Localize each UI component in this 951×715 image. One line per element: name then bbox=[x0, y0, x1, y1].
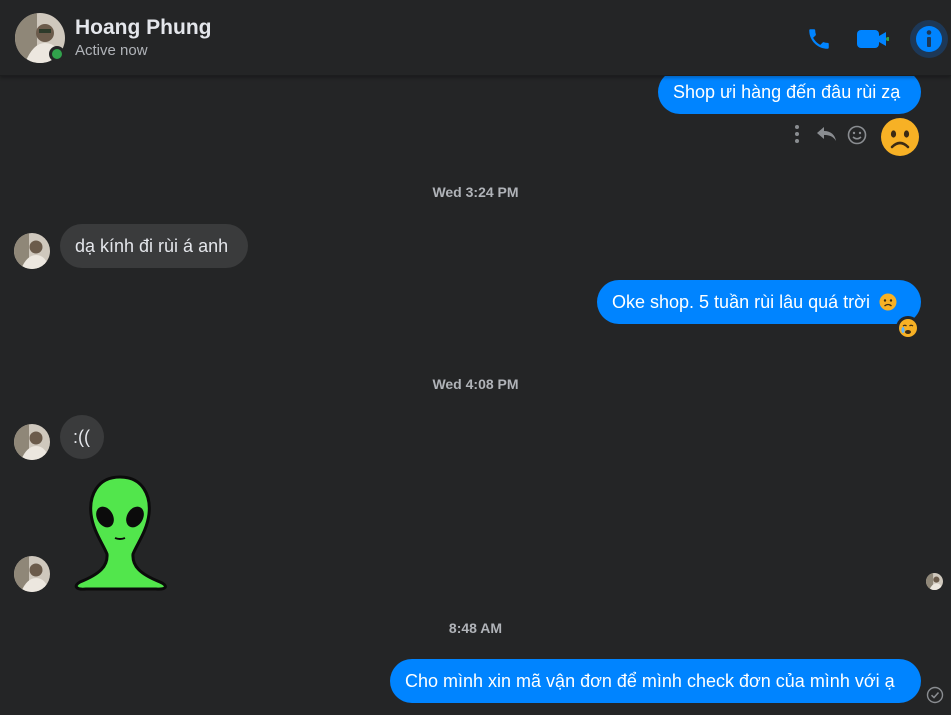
react-icon[interactable] bbox=[846, 124, 868, 146]
crying-reaction-icon[interactable] bbox=[896, 316, 920, 340]
outgoing-message[interactable]: Shop ưi hàng đến đâu rùi zạ bbox=[658, 70, 921, 114]
video-camera-icon[interactable] bbox=[855, 22, 889, 56]
outgoing-message[interactable]: Oke shop. 5 tuần rùi lâu quá trời bbox=[597, 280, 921, 324]
contact-avatar[interactable] bbox=[14, 424, 50, 460]
info-icon[interactable] bbox=[912, 22, 946, 56]
message-list[interactable]: Shop ưi hàng đến đâu rùi zạ Wed 3:24 PM … bbox=[0, 70, 951, 715]
reply-icon[interactable] bbox=[815, 124, 837, 144]
active-status: Active now bbox=[75, 42, 148, 59]
timestamp: Wed 3:24 PM bbox=[432, 184, 519, 200]
alien-sticker-icon[interactable] bbox=[70, 474, 170, 592]
outgoing-message[interactable]: Cho mình xin mã vận đơn để mình check đơ… bbox=[390, 659, 921, 703]
online-status-dot bbox=[49, 46, 65, 62]
message-text: Oke shop. 5 tuần rùi lâu quá trời bbox=[612, 292, 870, 312]
incoming-message[interactable]: :(( bbox=[60, 415, 104, 459]
more-icon[interactable] bbox=[789, 124, 805, 144]
timestamp: Wed 4:08 PM bbox=[432, 376, 519, 392]
incoming-message[interactable]: dạ kính đi rùi á anh bbox=[60, 224, 248, 268]
sad-face-icon bbox=[879, 293, 897, 311]
phone-icon[interactable] bbox=[802, 22, 836, 56]
contact-name[interactable]: Hoang Phung bbox=[75, 16, 211, 40]
sent-check-icon bbox=[926, 686, 944, 704]
contact-avatar[interactable] bbox=[14, 233, 50, 269]
sad-emoji-icon[interactable] bbox=[879, 116, 921, 158]
timestamp: 8:48 AM bbox=[448, 620, 503, 636]
seen-avatar bbox=[926, 573, 943, 590]
contact-avatar[interactable] bbox=[14, 556, 50, 592]
chat-header: Hoang Phung Active now bbox=[0, 0, 951, 76]
